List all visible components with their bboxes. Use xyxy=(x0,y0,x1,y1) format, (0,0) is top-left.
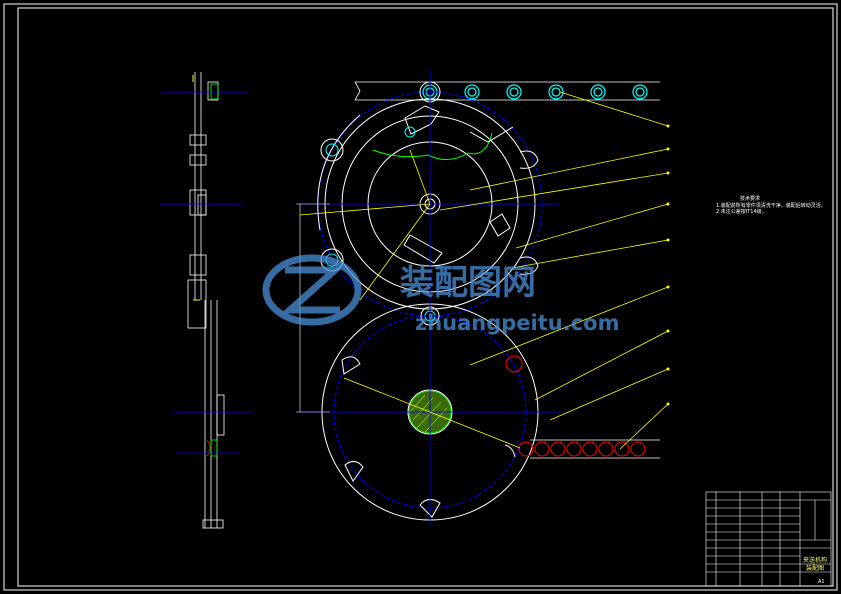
title-block-name-1: 夹送机构 xyxy=(803,556,827,564)
title-block-sheet: A1 xyxy=(818,579,825,585)
bottom-chain-rollers xyxy=(518,441,646,457)
watermark: 装配图网 zhuangpeitu.com xyxy=(262,254,619,335)
drawing-sheet: 技术要求 1.装配前所有零件须清洗干净，装配后转动灵活。 2.未注公差按IT14… xyxy=(3,3,838,591)
leader-dots xyxy=(666,124,670,406)
watermark-text: 装配图网 xyxy=(400,263,536,303)
tech-note-line-1: 1.装配前所有零件须清洗干净，装配后转动灵活。 xyxy=(716,202,826,209)
watermark-url: zhuangpeitu.com xyxy=(415,311,619,335)
title-block-name-2: 装配图 xyxy=(806,564,824,572)
watermark-z-mark xyxy=(280,266,345,314)
top-chain-rollers xyxy=(422,84,648,100)
tech-note-line-2: 2.未注公差按IT14级。 xyxy=(716,208,767,215)
red-pocket-ring xyxy=(505,355,523,373)
side-view-accents xyxy=(192,75,219,457)
tech-note-title: 技术要求 xyxy=(740,195,760,202)
